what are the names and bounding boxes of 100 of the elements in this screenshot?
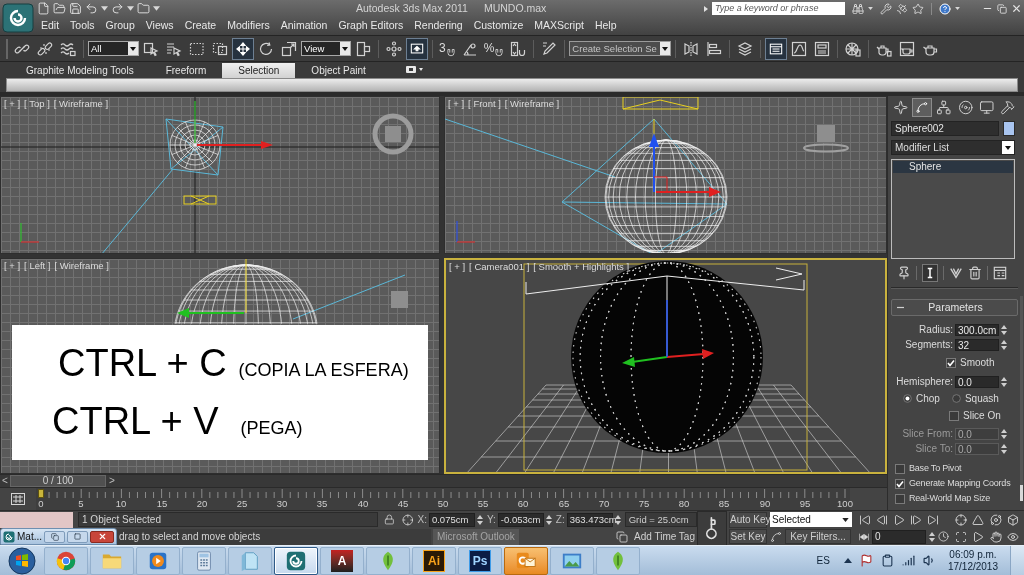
undo-icon[interactable]: [85, 2, 98, 15]
tangent-curve-icon[interactable]: [770, 530, 782, 543]
taskbar-button[interactable]: [504, 546, 548, 575]
skip-back-icon[interactable]: [859, 513, 871, 526]
coordinate-field[interactable]: -0.053cm: [497, 512, 544, 527]
step-back-icon[interactable]: [876, 513, 888, 526]
viewport[interactable]: [ + ] [ Camera001 ] [ Smooth + Highlights ]: [444, 258, 887, 474]
caret-icon[interactable]: [340, 42, 350, 55]
language-indicator[interactable]: ES: [816, 553, 830, 568]
spinner-arrows-icon[interactable]: [929, 530, 935, 543]
angle-icon[interactable]: [461, 40, 478, 57]
caret-icon[interactable]: [842, 517, 849, 522]
pivot-boxes-icon[interactable]: [355, 40, 371, 57]
viewport[interactable]: [ + ] [ Top ] [ Wireframe ]: [0, 96, 440, 254]
viewport-shading-label[interactable]: [ Smooth + Highlights ]: [533, 261, 630, 273]
snap-toggle-button[interactable]: %: [481, 37, 507, 60]
speaker-icon[interactable]: [922, 554, 936, 567]
folder-icon[interactable]: [137, 2, 150, 15]
frame-corners-icon[interactable]: [954, 530, 967, 543]
new-file-icon[interactable]: [37, 2, 50, 15]
caret-icon[interactable]: [660, 42, 671, 55]
curve-icon[interactable]: [912, 98, 933, 117]
list-cursor-icon[interactable]: [166, 40, 182, 57]
move-gizmo[interactable]: [649, 118, 721, 197]
number-field[interactable]: 32: [955, 338, 999, 351]
menu-item[interactable]: Tools: [70, 18, 95, 34]
taskbar-button[interactable]: Ai: [412, 546, 456, 575]
up-arrow-icon[interactable]: [843, 558, 852, 563]
schematic-icon[interactable]: [814, 40, 831, 57]
time-slider-thumb[interactable]: 0 / 100: [10, 475, 106, 487]
lock-icon[interactable]: [384, 514, 395, 525]
viewport-menu-label[interactable]: [ + ]: [449, 261, 466, 273]
hand-icon[interactable]: [989, 530, 1002, 543]
viewport-view-label[interactable]: [ Top ]: [24, 98, 50, 110]
move-gizmo[interactable]: [177, 259, 247, 318]
menu-item[interactable]: MAXScript: [534, 18, 584, 34]
restore-icon[interactable]: [997, 3, 1007, 14]
cursor-square-icon[interactable]: [143, 40, 159, 57]
clock-time[interactable]: 06:09 p.m.: [949, 548, 997, 561]
spinner-arrows-icon[interactable]: [1001, 427, 1007, 440]
binoculars-icon[interactable]: [852, 2, 864, 15]
viewport-menu-label[interactable]: [ + ]: [4, 260, 21, 272]
flag-icon[interactable]: [859, 554, 873, 567]
trash-icon[interactable]: [968, 265, 982, 280]
spinner-arrows-icon[interactable]: [1001, 375, 1007, 388]
checker-sphere-icon[interactable]: [845, 40, 862, 57]
menu-item[interactable]: Rendering: [414, 18, 463, 34]
coordinate-field[interactable]: 0.075cm: [428, 512, 475, 527]
wave-lines-icon[interactable]: [60, 40, 76, 57]
close-icon[interactable]: [1011, 3, 1022, 14]
viewport-view-label[interactable]: [ Front ]: [468, 98, 501, 110]
maximize-icon[interactable]: [74, 533, 81, 540]
viewport-shading-label[interactable]: [ Wireframe ]: [53, 98, 109, 110]
eye-icon[interactable]: [1007, 530, 1020, 543]
time-slider-track[interactable]: < 0 / 100 >: [0, 474, 887, 488]
wrench-icon[interactable]: [880, 2, 892, 15]
view-cube-icon[interactable]: [372, 113, 414, 155]
cube-icon[interactable]: [1007, 513, 1020, 526]
coordinate-system-dropdown[interactable]: View: [301, 41, 351, 56]
restore-button[interactable]: [44, 530, 65, 543]
previous-frame-button[interactable]: <: [0, 475, 10, 487]
broken-chain-icon[interactable]: [37, 40, 53, 57]
checkbox[interactable]: [949, 410, 959, 421]
viewport-shading-label[interactable]: [ Wireframe ]: [54, 260, 109, 272]
taskbar-button[interactable]: [274, 546, 318, 575]
node-circles-icon[interactable]: [386, 40, 402, 57]
current-frame-marker[interactable]: [38, 489, 44, 498]
expand-arrow-icon[interactable]: [704, 5, 708, 12]
snap-toggle-button[interactable]: 3: [437, 37, 458, 60]
selection-filter-dropdown[interactable]: All: [88, 41, 139, 56]
wireframe-sphere[interactable]: [169, 119, 221, 171]
spinner-arrows-icon[interactable]: [614, 513, 621, 526]
viewport-view-label[interactable]: [ Camera001 ]: [469, 261, 530, 273]
curve-editor-toggle-icon[interactable]: [10, 492, 26, 506]
curve-graph-icon[interactable]: [791, 40, 808, 57]
minimized-window[interactable]: Mat...: [0, 528, 117, 545]
shaded-sphere[interactable]: [571, 261, 763, 453]
minus-icon[interactable]: [897, 304, 904, 311]
menu-item[interactable]: Modifiers: [227, 18, 270, 34]
dashed-squares-icon[interactable]: [212, 40, 228, 57]
ribbon-tab[interactable]: Object Paint: [295, 63, 382, 78]
magnet-icon[interactable]: [445, 46, 456, 57]
spinner-arrows-icon[interactable]: [476, 513, 483, 526]
i-beam-icon[interactable]: [922, 263, 938, 282]
restore-icon[interactable]: [50, 532, 59, 541]
spiral-logo-icon[interactable]: [3, 530, 15, 543]
taskbar-button[interactable]: Ps: [458, 546, 502, 575]
key-filters-button[interactable]: Key Filters...: [785, 529, 851, 545]
help-icon[interactable]: [939, 2, 951, 15]
spinner-arrows-icon[interactable]: [1001, 442, 1007, 455]
monitor-icon[interactable]: [977, 98, 997, 117]
orbit-icon[interactable]: [989, 513, 1002, 526]
crosshair-icon[interactable]: [401, 513, 414, 526]
layers-icon[interactable]: [737, 40, 754, 57]
number-field[interactable]: 300.0cm: [955, 323, 999, 336]
key-set-dropdown[interactable]: Selected: [770, 512, 852, 528]
ribbon-tab[interactable]: Selection: [222, 63, 296, 78]
menu-item[interactable]: Views: [145, 18, 174, 34]
rotate-arrow-icon[interactable]: [258, 40, 274, 57]
menu-item[interactable]: Group: [105, 18, 135, 34]
